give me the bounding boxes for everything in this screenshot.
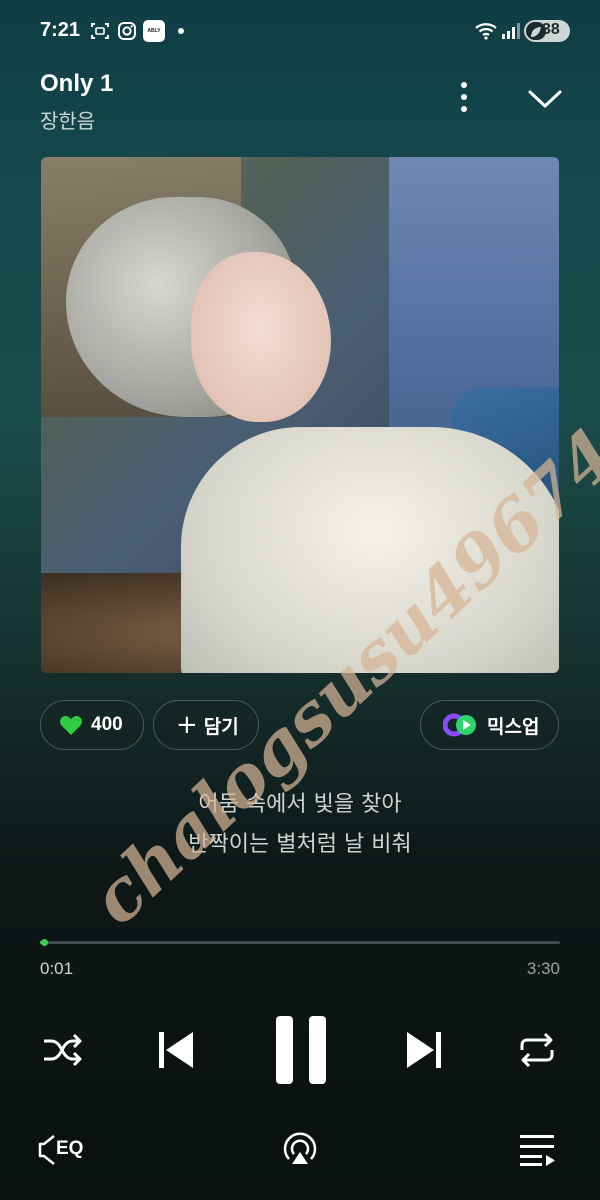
elapsed-time: 0:01 xyxy=(40,959,74,978)
shuffle-icon[interactable] xyxy=(40,1030,84,1070)
next-icon[interactable] xyxy=(404,1028,444,1072)
heart-icon xyxy=(60,716,82,735)
eq-icon xyxy=(38,1135,55,1165)
like-button[interactable]: 400 xyxy=(40,700,144,750)
chevron-down-icon[interactable] xyxy=(524,82,566,114)
ably-app-badge: ABLY xyxy=(143,20,165,42)
more-options-button[interactable] xyxy=(450,80,478,114)
notification-dot xyxy=(178,28,184,34)
total-time: 3:30 xyxy=(526,959,560,978)
mixup-button[interactable]: 믹스업 xyxy=(420,700,559,750)
screenshot-icon xyxy=(91,23,109,39)
previous-icon[interactable] xyxy=(156,1028,196,1072)
progress-bar[interactable] xyxy=(40,939,560,946)
queue-icon[interactable] xyxy=(518,1132,558,1168)
repeat-icon[interactable] xyxy=(516,1030,558,1070)
like-count: 400 xyxy=(91,714,123,735)
song-title: Only 1 xyxy=(40,70,114,97)
artist-name[interactable]: 장한음 xyxy=(40,105,95,134)
signal-icon xyxy=(502,23,520,39)
lyric-line[interactable]: 반짝이는 별처럼 날 비춰 xyxy=(0,826,600,858)
progress-thumb[interactable] xyxy=(41,939,48,946)
album-art xyxy=(41,157,559,673)
plus-icon: + xyxy=(176,710,198,740)
mixup-label: 믹스업 xyxy=(487,715,540,738)
battery-level: 38 xyxy=(542,21,560,38)
wifi-icon xyxy=(475,23,497,40)
pause-icon[interactable] xyxy=(274,1014,328,1086)
mixup-logo-icon xyxy=(443,713,476,737)
instagram-icon xyxy=(118,22,136,40)
eq-button[interactable]: EQ xyxy=(38,1130,90,1170)
status-bar: 7:21 ABLY 38 xyxy=(0,0,600,62)
cast-icon[interactable] xyxy=(280,1128,320,1168)
add-label: 담기 xyxy=(203,715,239,738)
lyric-line[interactable]: 어둠 속에서 빛을 찾아 xyxy=(0,786,600,818)
status-time: 7:21 xyxy=(40,19,81,41)
eq-label: EQ xyxy=(56,1138,84,1159)
add-to-playlist-button[interactable]: + 담기 xyxy=(153,700,259,750)
